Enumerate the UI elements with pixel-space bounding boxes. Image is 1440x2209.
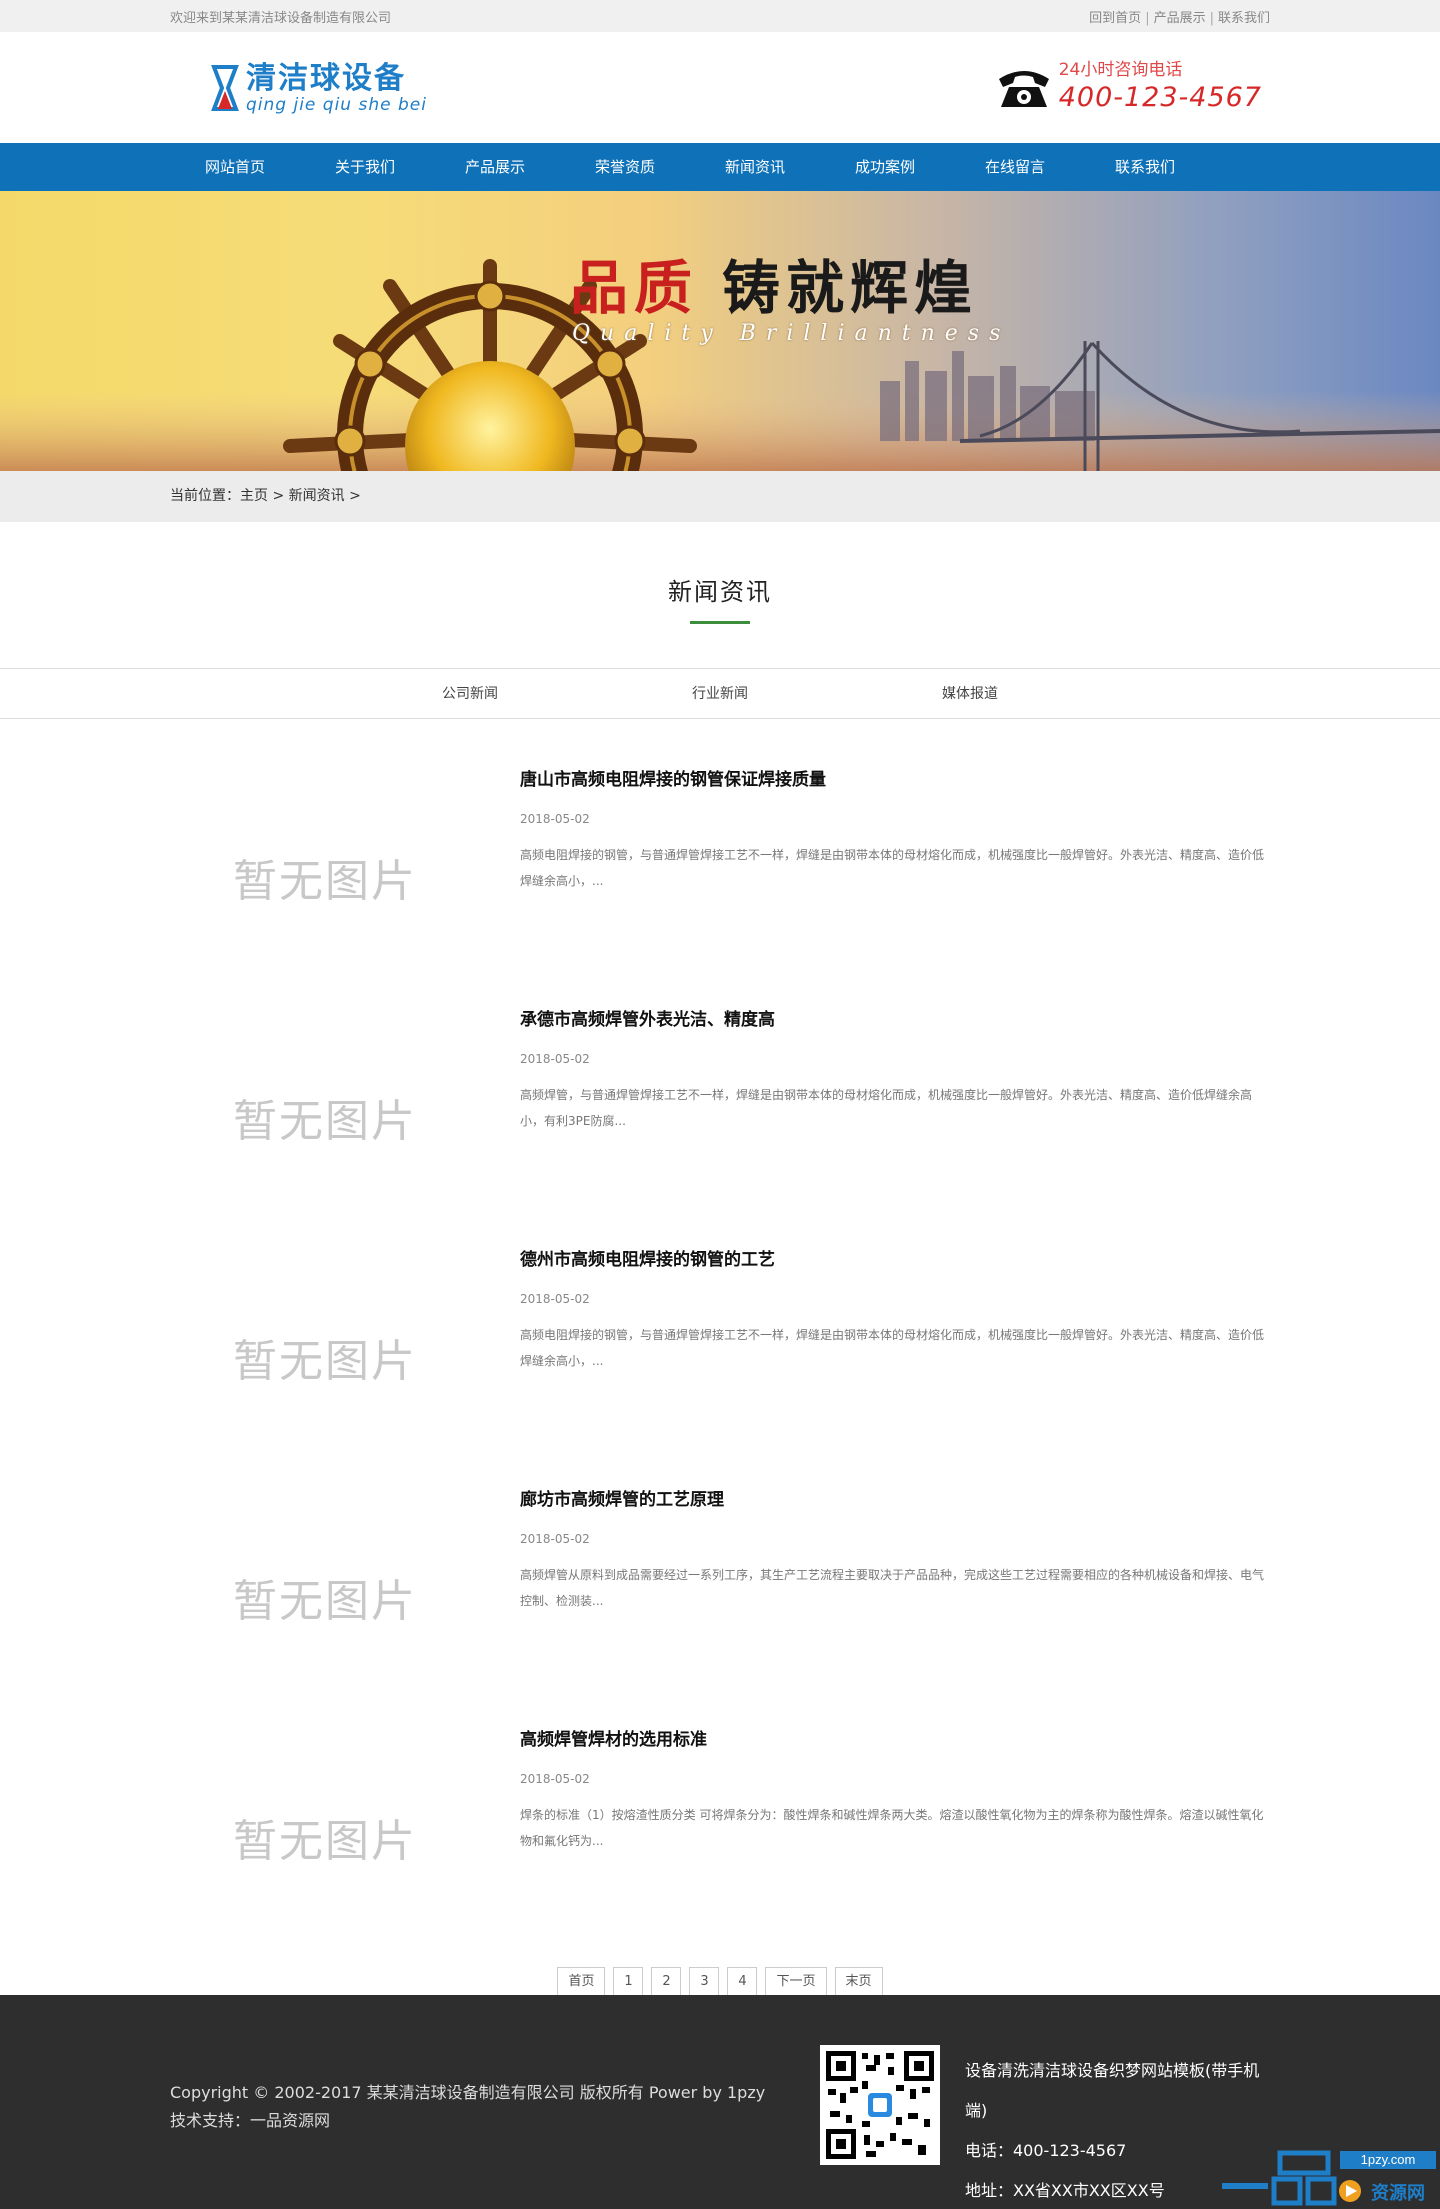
category-tabs: 公司新闻 行业新闻 媒体报道 (0, 668, 1440, 719)
page-button-2[interactable]: 2 (651, 1967, 682, 1997)
site-logo[interactable]: 清洁球设备 qing jie qiu she bei (210, 62, 427, 114)
page-button-4[interactable]: 4 (727, 1967, 758, 1997)
news-thumbnail[interactable]: 暂无图片 (210, 1772, 440, 1902)
news-title[interactable]: 承德市高频焊管外表光洁、精度高 (520, 1005, 1270, 1030)
news-date: 2018-05-02 (520, 1292, 590, 1306)
telephone-icon (995, 61, 1053, 111)
copyright-text: Copyright © 2002-2017 某某清洁球设备制造有限公司 版权所有… (170, 2083, 766, 2102)
banner-subtitle: Quality Brilliantness (572, 321, 1011, 346)
news-date: 2018-05-02 (520, 812, 590, 826)
banner-title: 品质 铸就辉煌 (570, 241, 978, 325)
list-item[interactable]: 暂无图片 承德市高频焊管外表光洁、精度高 2018-05-02 高频焊管，与普通… (170, 999, 1270, 1239)
news-date: 2018-05-02 (520, 1772, 590, 1786)
no-image-placeholder: 暂无图片 (233, 856, 417, 907)
list-item[interactable]: 暂无图片 高频焊管焊材的选用标准 2018-05-02 焊条的标准（1）按熔渣性… (170, 1719, 1270, 1959)
main-nav: 网站首页 关于我们 产品展示 荣誉资质 新闻资讯 成功案例 在线留言 联系我们 (0, 143, 1440, 191)
news-excerpt: 高频焊管从原料到成品需要经过一系列工序，其生产工艺流程主要取决于产品品种，完成这… (520, 1568, 1265, 1608)
section-header: 新闻资讯 (0, 522, 1440, 646)
footer-copyright-block: Copyright © 2002-2017 某某清洁球设备制造有限公司 版权所有… (170, 2079, 765, 2135)
footer: Copyright © 2002-2017 某某清洁球设备制造有限公司 版权所有… (0, 1995, 1440, 2209)
nav-item-news[interactable]: 新闻资讯 (690, 143, 820, 191)
tab-industry-news[interactable]: 行业新闻 (595, 669, 845, 719)
page-last-button[interactable]: 末页 (834, 1967, 883, 1997)
news-title[interactable]: 德州市高频电阻焊接的钢管的工艺 (520, 1245, 1270, 1270)
page-first-button[interactable]: 首页 (557, 1967, 606, 1997)
breadcrumb-bar: 当前位置：主页 > 新闻资讯 > (0, 471, 1440, 522)
welcome-text: 欢迎来到某某清洁球设备制造有限公司 (170, 10, 392, 26)
news-list: 暂无图片 唐山市高频电阻焊接的钢管保证焊接质量 2018-05-02 高频电阻焊… (0, 719, 1440, 1959)
page-button-1[interactable]: 1 (613, 1967, 644, 1997)
list-item[interactable]: 暂无图片 廊坊市高频焊管的工艺原理 2018-05-02 高频焊管从原料到成品需… (170, 1479, 1270, 1719)
news-excerpt: 焊条的标准（1）按熔渣性质分类 可将焊条分为：酸性焊条和碱性焊条两大类。熔渣以酸… (520, 1808, 1264, 1848)
no-image-placeholder: 暂无图片 (233, 1336, 417, 1387)
list-item[interactable]: 暂无图片 唐山市高频电阻焊接的钢管保证焊接质量 2018-05-02 高频电阻焊… (170, 759, 1270, 999)
badge-url: 1pzy.com (1361, 2152, 1416, 2167)
logo-mark-icon (210, 63, 240, 113)
news-title[interactable]: 唐山市高频电阻焊接的钢管保证焊接质量 (520, 765, 1270, 790)
list-item[interactable]: 暂无图片 德州市高频电阻焊接的钢管的工艺 2018-05-02 高频电阻焊接的钢… (170, 1239, 1270, 1479)
nav-item-about[interactable]: 关于我们 (300, 143, 430, 191)
badge-text: 资源网 (1371, 2182, 1425, 2204)
watermark-badge: 1pzy.com 资源网 (1220, 2147, 1440, 2209)
logo-pinyin: qing jie qiu she bei (246, 95, 427, 115)
header: 清洁球设备 qing jie qiu she bei 24小时咨询电话 400-… (0, 32, 1440, 143)
nav-item-honors[interactable]: 荣誉资质 (560, 143, 690, 191)
footer-site-name: 设备清洗清洁球设备织梦网站模板(带手机端) (965, 2061, 1260, 2120)
page-title: 新闻资讯 (668, 578, 772, 606)
breadcrumb[interactable]: 当前位置：主页 > 新闻资讯 > (170, 488, 361, 504)
banner-title-red: 品质 (570, 254, 699, 322)
page-button-3[interactable]: 3 (689, 1967, 720, 1997)
qr-code-icon (820, 2045, 940, 2165)
top-link-contact[interactable]: 联系我们 (1218, 11, 1270, 26)
tab-media-reports[interactable]: 媒体报道 (845, 669, 1095, 719)
news-excerpt: 高频焊管，与普通焊管焊接工艺不一样，焊缝是由钢带本体的母材熔化而成，机械强度比一… (520, 1088, 1253, 1128)
news-title[interactable]: 高频焊管焊材的选用标准 (520, 1725, 1270, 1750)
news-thumbnail[interactable]: 暂无图片 (210, 1292, 440, 1422)
news-thumbnail[interactable]: 暂无图片 (210, 812, 440, 942)
top-links: 回到首页 | 产品展示 | 联系我们 (1089, 10, 1270, 26)
news-date: 2018-05-02 (520, 1052, 590, 1066)
nav-item-message[interactable]: 在线留言 (950, 143, 1080, 191)
nav-item-home[interactable]: 网站首页 (170, 143, 300, 191)
logo-title: 清洁球设备 (246, 61, 406, 96)
top-link-products[interactable]: 产品展示 (1154, 11, 1206, 26)
hotline: 24小时咨询电话 400-123-4567 (995, 58, 1262, 114)
news-date: 2018-05-02 (520, 1532, 590, 1546)
no-image-placeholder: 暂无图片 (233, 1096, 417, 1147)
news-thumbnail[interactable]: 暂无图片 (210, 1532, 440, 1662)
news-title[interactable]: 廊坊市高频焊管的工艺原理 (520, 1485, 1270, 1510)
page-next-button[interactable]: 下一页 (765, 1967, 827, 1997)
top-link-home[interactable]: 回到首页 (1089, 11, 1141, 26)
tech-support-text[interactable]: 技术支持：一品资源网 (170, 2107, 765, 2135)
hotline-label: 24小时咨询电话 (1058, 60, 1183, 80)
nav-item-cases[interactable]: 成功案例 (820, 143, 950, 191)
hero-banner: 品质 铸就辉煌 Quality Brilliantness (0, 191, 1440, 471)
no-image-placeholder: 暂无图片 (233, 1576, 417, 1627)
top-bar: 欢迎来到某某清洁球设备制造有限公司 回到首页 | 产品展示 | 联系我们 (0, 0, 1440, 32)
no-image-placeholder: 暂无图片 (233, 1816, 417, 1867)
news-thumbnail[interactable]: 暂无图片 (210, 1052, 440, 1182)
hotline-number: 400-123-4567 (1058, 82, 1262, 113)
tab-company-news[interactable]: 公司新闻 (345, 669, 595, 719)
nav-item-contact[interactable]: 联系我们 (1080, 143, 1210, 191)
nav-item-products[interactable]: 产品展示 (430, 143, 560, 191)
title-underline (690, 621, 750, 624)
banner-title-black: 铸就辉煌 (722, 254, 979, 322)
news-excerpt: 高频电阻焊接的钢管，与普通焊管焊接工艺不一样，焊缝是由钢带本体的母材熔化而成，机… (520, 1328, 1265, 1368)
news-excerpt: 高频电阻焊接的钢管，与普通焊管焊接工艺不一样，焊缝是由钢带本体的母材熔化而成，机… (520, 848, 1265, 888)
